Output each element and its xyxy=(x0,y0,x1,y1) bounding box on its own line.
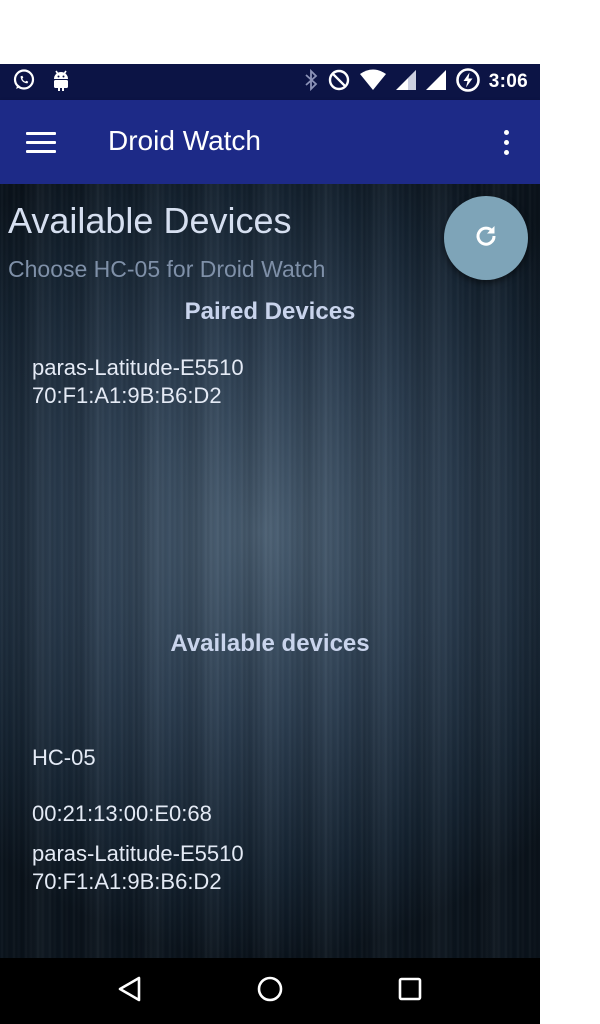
more-options-icon[interactable] xyxy=(494,128,518,158)
device-name: HC-05 xyxy=(32,745,96,770)
refresh-icon xyxy=(473,223,499,254)
device-name: 00:21:13:00:E0:68 xyxy=(32,801,212,826)
available-device-item[interactable]: paras-Latitude-E5510 70:F1:A1:9B:B6:D2 xyxy=(32,840,244,896)
device-address: 70:F1:A1:9B:B6:D2 xyxy=(32,383,222,408)
available-device-item[interactable]: HC-05 xyxy=(32,744,96,772)
refresh-button[interactable] xyxy=(444,196,528,280)
back-triangle-icon xyxy=(117,975,143,1008)
home-circle-icon xyxy=(256,975,284,1008)
bluetooth-icon xyxy=(303,68,319,97)
android-icon xyxy=(50,68,72,97)
whatsapp-icon xyxy=(12,68,36,97)
app-toolbar: Droid Watch xyxy=(0,100,540,184)
app-title: Droid Watch xyxy=(108,125,262,156)
device-address: 70:F1:A1:9B:B6:D2 xyxy=(32,869,222,894)
signal-icon xyxy=(395,69,417,96)
wifi-icon xyxy=(359,69,387,96)
menu-icon[interactable] xyxy=(26,132,56,154)
device-name: paras-Latitude-E5510 xyxy=(32,841,244,866)
page-subtitle: Choose HC-05 for Droid Watch xyxy=(8,256,326,282)
status-bar: 3:06 xyxy=(0,64,540,100)
back-button[interactable] xyxy=(110,971,150,1011)
available-device-item[interactable]: 00:21:13:00:E0:68 xyxy=(32,800,212,828)
recents-square-icon xyxy=(397,976,423,1007)
available-devices-title: Available devices xyxy=(170,630,370,657)
device-name: paras-Latitude-E5510 xyxy=(32,355,244,380)
paired-device-item[interactable]: paras-Latitude-E5510 70:F1:A1:9B:B6:D2 xyxy=(32,354,244,410)
page-title: Available Devices xyxy=(8,200,292,241)
signal-icon xyxy=(425,69,447,96)
paired-devices-title: Paired Devices xyxy=(184,298,356,325)
phone-screen: 3:06 Droid Watch Available Devices Choos… xyxy=(0,64,540,1024)
status-time: 3:06 xyxy=(488,71,528,92)
recents-button[interactable] xyxy=(390,971,430,1011)
do-not-disturb-icon xyxy=(327,68,351,97)
navigation-bar xyxy=(0,958,540,1024)
devices-content: Available Devices Choose HC-05 for Droid… xyxy=(0,184,540,958)
battery-charging-icon xyxy=(455,67,481,98)
home-button[interactable] xyxy=(250,971,290,1011)
